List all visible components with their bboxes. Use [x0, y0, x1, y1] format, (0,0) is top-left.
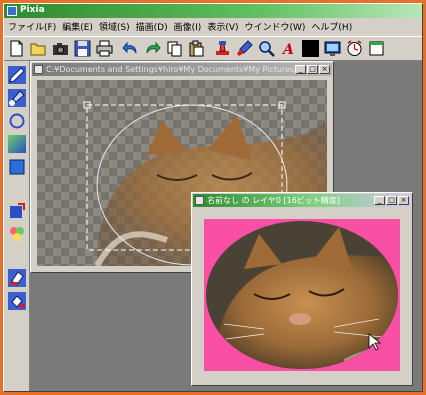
tool-palette	[4, 61, 30, 391]
document-icon	[34, 65, 43, 74]
menu-draw[interactable]: 描画(D)	[136, 20, 168, 33]
layer-document-window[interactable]: 名前なし の レイヤ0 [16ビット精度] _ □ ×	[191, 192, 413, 386]
text-icon[interactable]: A	[278, 38, 299, 59]
layer-document-title: 名前なし の レイヤ0 [16ビット精度]	[207, 196, 340, 205]
paste-icon[interactable]	[186, 38, 207, 59]
layer-document-title-bar[interactable]: 名前なし の レイヤ0 [16ビット精度] _ □ ×	[193, 194, 411, 207]
copy-icon[interactable]	[164, 38, 185, 59]
main-document-window-buttons: _ □ ×	[294, 65, 330, 74]
save-icon[interactable]	[72, 38, 93, 59]
pen-tool-icon[interactable]	[7, 65, 27, 85]
main-document-title-bar[interactable]: C:¥Documents and Settings¥hiro¥My Docume…	[32, 63, 332, 76]
maximize-button[interactable]: □	[386, 196, 397, 205]
app-icon	[7, 6, 17, 16]
menu-view[interactable]: 表示(V)	[207, 20, 238, 33]
app-title: Pixia	[20, 5, 45, 15]
camera-icon[interactable]	[50, 38, 71, 59]
menu-image[interactable]: 画像(I)	[174, 20, 202, 33]
window-icon[interactable]	[366, 38, 387, 59]
open-folder-icon[interactable]	[28, 38, 49, 59]
menu-help[interactable]: ヘルプ(H)	[311, 20, 352, 33]
main-document-title: C:¥Documents and Settings¥hiro¥My Docume…	[46, 65, 302, 74]
black-swatch-icon[interactable]	[300, 38, 321, 59]
undo-icon[interactable]	[120, 38, 141, 59]
gradient-tool-icon[interactable]	[7, 134, 27, 154]
document-icon	[195, 196, 204, 205]
brush-icon[interactable]	[234, 38, 255, 59]
eraser-tool-icon[interactable]	[7, 268, 27, 288]
screen-icon[interactable]	[322, 38, 343, 59]
svg-text:A: A	[281, 42, 294, 57]
app-title-bar[interactable]: Pixia	[4, 4, 422, 18]
minimize-button[interactable]: _	[295, 65, 306, 74]
menu-window[interactable]: ウインドウ(W)	[245, 20, 306, 33]
menu-bar: ファイル(F) 編集(E) 領域(S) 描画(D) 画像(I) 表示(V) ウイ…	[4, 18, 422, 35]
mouse-cursor-icon	[368, 333, 382, 351]
lasso-tool-icon[interactable]	[7, 111, 27, 131]
move-tool-icon[interactable]	[7, 201, 27, 221]
new-file-icon[interactable]	[6, 38, 27, 59]
layer-document-window-buttons: _ □ ×	[373, 196, 409, 205]
close-button[interactable]: ×	[319, 65, 330, 74]
zoom-icon[interactable]	[256, 38, 277, 59]
redo-icon[interactable]	[142, 38, 163, 59]
clock-icon[interactable]	[344, 38, 365, 59]
menu-selection[interactable]: 領域(S)	[99, 20, 130, 33]
menu-file[interactable]: ファイル(F)	[8, 20, 56, 33]
close-button[interactable]: ×	[398, 196, 409, 205]
stamp-icon[interactable]	[212, 38, 233, 59]
rectangle-tool-icon[interactable]	[7, 157, 27, 177]
minimize-button[interactable]: _	[374, 196, 385, 205]
layer-canvas[interactable]	[204, 219, 400, 371]
brush-tool-icon[interactable]	[7, 88, 27, 108]
toolbar: A	[4, 36, 422, 61]
print-icon[interactable]	[94, 38, 115, 59]
maximize-button[interactable]: □	[307, 65, 318, 74]
menu-edit[interactable]: 編集(E)	[62, 20, 93, 33]
fill-tool-icon[interactable]	[7, 291, 27, 311]
palette-tool-icon[interactable]	[7, 224, 27, 244]
